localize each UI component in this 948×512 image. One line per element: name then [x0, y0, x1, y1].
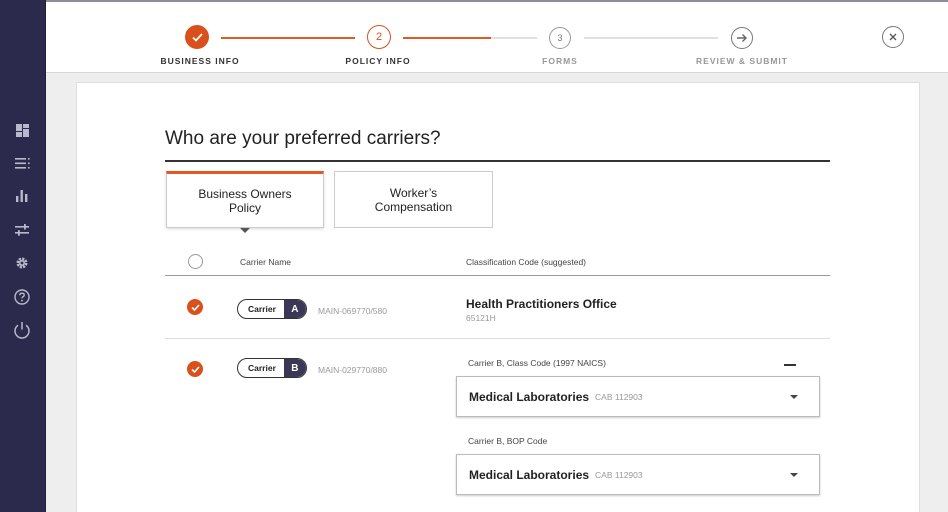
divider — [165, 338, 830, 339]
power-icon[interactable] — [12, 320, 32, 340]
step-number: 3 — [557, 33, 563, 43]
select-all-radio[interactable] — [188, 254, 203, 269]
sliders-icon[interactable] — [12, 220, 32, 240]
help-icon[interactable] — [12, 287, 32, 307]
class-code-label: Carrier B, Class Code (1997 NAICS) — [468, 358, 606, 368]
checkmark-icon — [190, 303, 200, 311]
step-forms[interactable]: 3 — [549, 27, 571, 49]
step-connector-1 — [221, 37, 355, 39]
checkmark-icon — [190, 365, 200, 373]
column-header-classification-code: Classification Code (suggested) — [466, 257, 587, 267]
checkmark-icon — [191, 32, 203, 42]
bop-code-label: Carrier B, BOP Code — [468, 436, 548, 446]
row-checkbox-checked[interactable] — [187, 361, 203, 377]
step-label-policy-info: POLICY INFO — [345, 56, 411, 66]
gear-icon[interactable] — [12, 253, 32, 273]
step-connector-2-progress — [403, 37, 492, 39]
close-icon — [889, 33, 897, 41]
class-code-select[interactable]: Medical Laboratories CAB 112903 — [456, 376, 820, 417]
step-connector-2 — [403, 37, 537, 39]
classification-code: 65121H — [466, 313, 496, 323]
step-number: 2 — [375, 31, 383, 43]
bar-chart-icon[interactable] — [12, 186, 32, 206]
tab-label: Business Owners Policy — [198, 186, 292, 215]
dashboard-icon[interactable] — [12, 120, 32, 140]
carrier-badge-b: Carrier B — [237, 358, 307, 378]
column-header-carrier-name: Carrier Name — [240, 257, 292, 267]
carrier-badge-letter: A — [283, 300, 306, 318]
page-title: Who are your preferred carriers? — [165, 128, 441, 149]
step-label-review-submit: REVIEW & SUBMIT — [696, 56, 788, 66]
close-button[interactable] — [882, 26, 904, 48]
carrier-badge-text: Carrier — [248, 304, 276, 314]
carrier-badge-letter: B — [283, 359, 306, 377]
bop-code-select[interactable]: Medical Laboratories CAB 112903 — [456, 454, 820, 495]
arrow-right-icon — [737, 34, 747, 42]
select-value-code: CAB 112903 — [595, 469, 643, 480]
tab-business-owners-policy[interactable]: Business Owners Policy — [166, 171, 324, 228]
divider — [165, 275, 830, 276]
carrier-code: MAIN-069770/580 — [318, 306, 387, 316]
sidebar — [0, 0, 46, 512]
step-label-forms: FORMS — [542, 56, 578, 66]
list-icon[interactable] — [12, 153, 32, 173]
select-value: Medical Laboratories — [469, 389, 590, 404]
step-connector-3 — [584, 37, 718, 39]
classification-title: Health Practitioners Office — [466, 297, 617, 311]
tab-workers-compensation[interactable]: Worker’s Compensation — [334, 171, 493, 228]
row-checkbox-checked[interactable] — [187, 299, 203, 315]
carrier-code: MAIN-029770/880 — [318, 365, 387, 375]
step-review-submit[interactable] — [731, 27, 753, 49]
tab-label: Worker’s Compensation — [374, 185, 453, 214]
step-policy-info-current[interactable]: 2 — [367, 25, 391, 49]
dropdown-arrow-icon — [790, 395, 798, 399]
divider — [165, 160, 830, 162]
select-value: Medical Laboratories — [469, 467, 590, 482]
progress-stepper: BUSINESS INFO 2 POLICY INFO 3 FORMS REVI… — [46, 0, 948, 73]
collapse-minus-icon[interactable] — [784, 364, 796, 366]
active-tab-caret-icon — [240, 228, 250, 233]
dropdown-arrow-icon — [790, 473, 798, 477]
step-business-info-done[interactable] — [185, 25, 209, 49]
carrier-badge-a: Carrier A — [237, 299, 307, 319]
select-value-code: CAB 112903 — [595, 391, 643, 402]
carrier-badge-text: Carrier — [248, 363, 276, 373]
step-label-business-info: BUSINESS INFO — [160, 56, 240, 66]
